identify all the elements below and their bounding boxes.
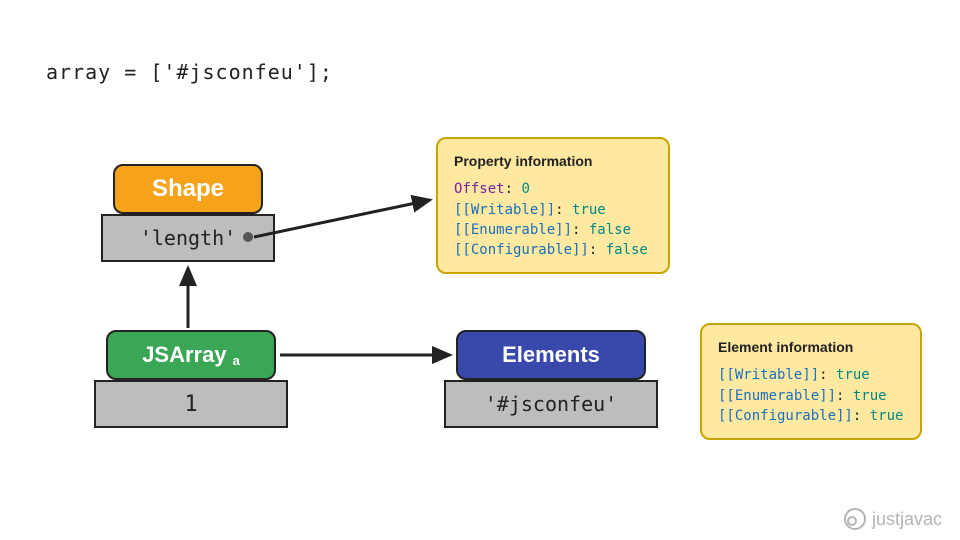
elements-cell-text: '#jsconfeu' xyxy=(485,392,617,416)
property-info-panel: Property information Offset: 0 [[Writabl… xyxy=(436,137,670,274)
element-info-row-writable: [[Writable]]: true xyxy=(718,365,904,385)
arrow-length-to-propinfo xyxy=(254,200,430,237)
watermark: justjavac xyxy=(844,508,942,530)
e-enumerable-value: true xyxy=(853,388,887,404)
jsarray-subscript: a xyxy=(233,353,240,378)
e-enumerable-label: [[Enumerable]] xyxy=(718,388,836,404)
enumerable-value: false xyxy=(589,222,631,238)
property-info-title: Property information xyxy=(454,151,652,171)
offset-value: 0 xyxy=(521,181,529,197)
shape-cell-text: 'length' xyxy=(140,226,236,250)
element-info-panel: Element information [[Writable]]: true [… xyxy=(700,323,922,440)
e-writable-label: [[Writable]] xyxy=(718,367,819,383)
e-configurable-label: [[Configurable]] xyxy=(718,408,853,424)
element-info-row-configurable: [[Configurable]]: true xyxy=(718,406,904,426)
jsarray-cell-text: 1 xyxy=(184,392,197,417)
watermark-text: justjavac xyxy=(872,509,942,530)
elements-title: Elements xyxy=(502,342,600,368)
jsarray-box-cell: 1 xyxy=(94,380,288,428)
wechat-icon xyxy=(844,508,866,530)
offset-label: Offset xyxy=(454,181,505,197)
property-info-row-offset: Offset: 0 xyxy=(454,179,652,199)
configurable-value: false xyxy=(606,242,648,258)
property-info-row-writable: [[Writable]]: true xyxy=(454,200,652,220)
writable-label: [[Writable]] xyxy=(454,202,555,218)
property-info-row-configurable: [[Configurable]]: false xyxy=(454,240,652,260)
element-info-title: Element information xyxy=(718,337,904,357)
e-configurable-value: true xyxy=(870,408,904,424)
element-info-row-enumerable: [[Enumerable]]: true xyxy=(718,386,904,406)
property-info-row-enumerable: [[Enumerable]]: false xyxy=(454,220,652,240)
elements-box-header: Elements xyxy=(456,330,646,380)
e-writable-value: true xyxy=(836,367,870,383)
configurable-label: [[Configurable]] xyxy=(454,242,589,258)
elements-box-cell: '#jsconfeu' xyxy=(444,380,658,428)
jsarray-box-header: JSArray a xyxy=(106,330,276,380)
code-line: array = ['#jsconfeu']; xyxy=(46,60,333,84)
shape-title: Shape xyxy=(152,175,224,203)
shape-box-header: Shape xyxy=(113,164,263,214)
enumerable-label: [[Enumerable]] xyxy=(454,222,572,238)
jsarray-title: JSArray xyxy=(142,342,226,368)
connector-dot-icon xyxy=(243,232,253,242)
writable-value: true xyxy=(572,202,606,218)
